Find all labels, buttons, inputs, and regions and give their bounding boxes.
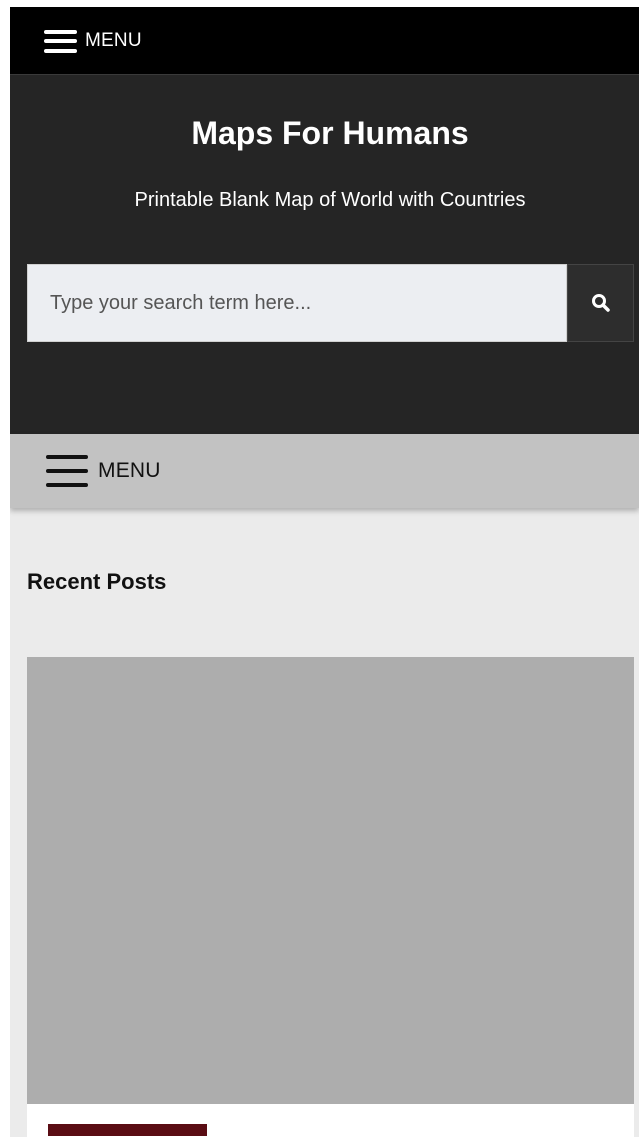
post-thumbnail[interactable] (27, 657, 634, 1104)
search-input[interactable] (27, 264, 567, 342)
hamburger-icon (46, 455, 88, 487)
top-menu-button[interactable]: MENU (44, 24, 142, 58)
site-title[interactable]: Maps For Humans (10, 115, 639, 152)
search-icon (591, 294, 610, 312)
main-menu-label: MENU (98, 459, 161, 482)
site-tagline: Printable Blank Map of World with Countr… (134, 189, 526, 211)
page: MENU Maps For Humans Printable Blank Map… (10, 7, 639, 1137)
main-menu-button[interactable]: MENU (46, 451, 161, 491)
hamburger-icon (44, 29, 77, 53)
site-header: Maps For Humans Printable Blank Map of W… (10, 74, 639, 435)
recent-posts-heading: Recent Posts (27, 569, 167, 594)
search-form (27, 264, 634, 342)
post-category-badge[interactable] (48, 1124, 207, 1136)
search-button[interactable] (567, 264, 634, 342)
post-card (27, 657, 634, 1137)
top-menu-label: MENU (85, 30, 142, 51)
top-bar: MENU (10, 7, 639, 74)
main-navbar: MENU (10, 434, 639, 508)
